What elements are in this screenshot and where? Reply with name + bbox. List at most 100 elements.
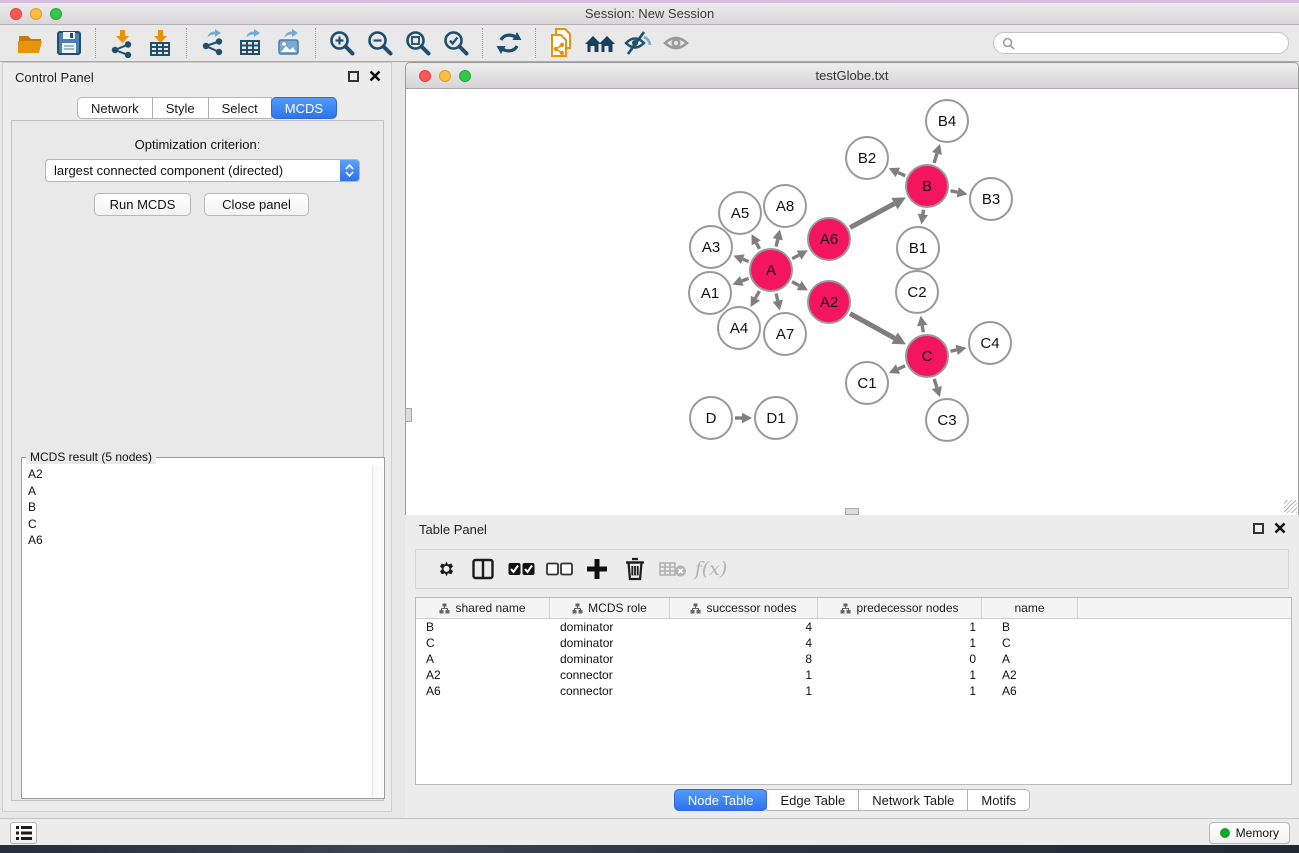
table-row[interactable]: A6connector11A6 (416, 683, 1291, 699)
graph-node-A2[interactable]: A2 (808, 281, 850, 323)
export-network-icon[interactable] (194, 27, 232, 59)
table-row[interactable]: Bdominator41B (416, 619, 1291, 635)
zoom-out-icon[interactable] (361, 27, 399, 59)
table-cell[interactable]: 1 (818, 667, 982, 683)
show-graphics-icon[interactable] (657, 27, 695, 59)
select-all-checkboxes-icon[interactable] (502, 552, 540, 586)
criterion-dropdown[interactable]: largest connected component (directed) (45, 159, 360, 182)
export-image-icon[interactable] (270, 27, 308, 59)
table-cell[interactable]: dominator (550, 619, 670, 635)
table-cell[interactable]: A2 (982, 667, 1078, 683)
graph-node-A6[interactable]: A6 (808, 218, 850, 260)
result-list-scrollbar[interactable] (372, 466, 383, 797)
graph-edge-A-A5[interactable] (756, 243, 759, 249)
graph-edge-A-A6[interactable] (792, 255, 799, 259)
graph-edge-B-B4[interactable] (934, 153, 937, 163)
graph-edge-A2-C[interactable] (850, 314, 895, 339)
graph-node-C4[interactable]: C4 (969, 322, 1011, 364)
result-list-item[interactable]: A (23, 483, 371, 500)
graph-node-A7[interactable]: A7 (764, 313, 806, 355)
graph-edge-A-A1[interactable] (742, 278, 749, 281)
graph-edge-C-C3[interactable] (934, 379, 937, 388)
table-cell[interactable]: A (416, 651, 550, 667)
split-columns-icon[interactable] (464, 552, 502, 586)
network-canvas[interactable]: B4B2BB3A8A5A6A3B1AC2A1A2A4A7C4CC1DD1C3 (406, 89, 1298, 515)
graph-node-B4[interactable]: B4 (926, 100, 968, 142)
node-table[interactable]: shared nameMCDS rolesuccessor nodesprede… (415, 597, 1292, 785)
network-graph[interactable]: B4B2BB3A8A5A6A3B1AC2A1A2A4A7C4CC1DD1C3 (406, 89, 1298, 515)
table-cell[interactable]: A6 (982, 683, 1078, 699)
graph-node-C2[interactable]: C2 (896, 271, 938, 313)
graph-edge-B-B3[interactable] (951, 191, 958, 192)
result-list-item[interactable]: C (23, 516, 371, 533)
graph-edge-C-C4[interactable] (951, 350, 957, 351)
table-cell[interactable]: 1 (818, 635, 982, 651)
graph-edge-C-C2[interactable] (922, 326, 923, 333)
network-close-button[interactable] (419, 70, 431, 82)
graph-edge-B-B2[interactable] (898, 172, 905, 175)
left-splitter-grip[interactable] (405, 408, 412, 422)
graph-node-B[interactable]: B (906, 165, 948, 207)
table-cell[interactable]: dominator (550, 651, 670, 667)
table-cell[interactable]: dominator (550, 635, 670, 651)
float-panel-icon[interactable] (1253, 523, 1264, 534)
save-icon[interactable] (50, 27, 88, 59)
graph-node-A4[interactable]: A4 (718, 307, 760, 349)
network-window-titlebar[interactable]: testGlobe.txt (406, 63, 1298, 89)
tab-network-table[interactable]: Network Table (858, 789, 968, 811)
import-table-icon[interactable] (141, 27, 179, 59)
resize-grip-icon[interactable] (1284, 500, 1297, 513)
graph-node-D1[interactable]: D1 (755, 397, 797, 439)
table-cell[interactable]: C (982, 635, 1078, 651)
graph-node-A5[interactable]: A5 (719, 192, 761, 234)
table-row[interactable]: Adominator80A (416, 651, 1291, 667)
minimize-window-button[interactable] (30, 8, 42, 20)
open-icon[interactable] (12, 27, 50, 59)
import-network-icon[interactable] (103, 27, 141, 59)
graph-edge-A-A3[interactable] (743, 259, 749, 261)
table-cell[interactable]: 1 (818, 619, 982, 635)
tab-style[interactable]: Style (152, 97, 209, 119)
graph-node-B2[interactable]: B2 (846, 137, 888, 179)
graph-edge-A-A4[interactable] (755, 291, 759, 298)
function-builder-icon[interactable]: f(x) (692, 552, 730, 586)
table-row[interactable]: A2connector11A2 (416, 667, 1291, 683)
zoom-selected-icon[interactable] (437, 27, 475, 59)
tab-select[interactable]: Select (208, 97, 272, 119)
table-cell[interactable]: connector (550, 683, 670, 699)
float-panel-icon[interactable] (348, 71, 359, 82)
graph-edge-A6-B[interactable] (850, 204, 894, 228)
task-history-button[interactable] (10, 822, 37, 844)
network-minimize-button[interactable] (439, 70, 451, 82)
result-list-item[interactable]: A2 (23, 466, 371, 483)
close-window-button[interactable] (10, 8, 22, 20)
tab-node-table[interactable]: Node Table (674, 789, 768, 811)
zoom-fit-icon[interactable] (399, 27, 437, 59)
zoom-window-button[interactable] (50, 8, 62, 20)
export-table-icon[interactable] (232, 27, 270, 59)
table-cell[interactable]: C (416, 635, 550, 651)
bottom-splitter-grip[interactable] (845, 508, 859, 515)
memory-button[interactable]: Memory (1209, 822, 1290, 844)
table-cell[interactable]: A6 (416, 683, 550, 699)
close-panel-button[interactable]: Close panel (204, 193, 309, 216)
hide-graphics-icon[interactable] (619, 27, 657, 59)
graph-edge-A-A8[interactable] (776, 239, 778, 246)
table-cell[interactable]: 4 (670, 635, 818, 651)
gear-icon[interactable] (426, 552, 464, 586)
run-mcds-button[interactable]: Run MCDS (94, 193, 191, 216)
tab-edge-table[interactable]: Edge Table (766, 789, 859, 811)
table-row[interactable]: Cdominator41C (416, 635, 1291, 651)
delete-column-icon[interactable] (616, 552, 654, 586)
table-cell[interactable]: 1 (670, 683, 818, 699)
tab-mcds[interactable]: MCDS (271, 97, 337, 119)
table-cell[interactable]: connector (550, 667, 670, 683)
graph-node-A[interactable]: A (750, 249, 792, 291)
graph-node-A1[interactable]: A1 (689, 272, 731, 314)
result-list-item[interactable]: A6 (23, 532, 371, 549)
delete-table-icon[interactable] (654, 552, 692, 586)
table-cell[interactable]: B (982, 619, 1078, 635)
add-column-icon[interactable] (578, 552, 616, 586)
column-header-mcds-role[interactable]: MCDS role (550, 598, 670, 618)
graph-node-B3[interactable]: B3 (970, 178, 1012, 220)
